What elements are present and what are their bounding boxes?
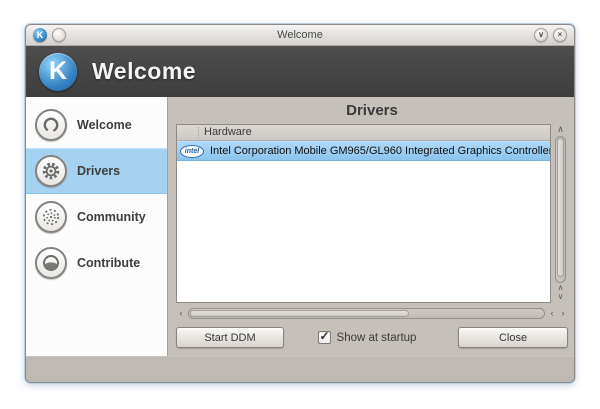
horizontal-scrollbar-track[interactable]: [188, 308, 545, 319]
vertical-scrollbar-track[interactable]: [555, 136, 566, 283]
sidebar-item-label: Drivers: [77, 164, 120, 178]
column-separator: [198, 127, 199, 138]
sidebar-item-label: Welcome: [77, 118, 132, 132]
hardware-row-intel[interactable]: intel Intel Corporation Mobile GM965/GL9…: [177, 141, 550, 161]
sidebar-item-contribute[interactable]: Contribute: [26, 240, 167, 286]
sidebar-item-label: Contribute: [77, 256, 140, 270]
sidebar-item-label: Community: [77, 210, 146, 224]
sidebar: Welcome Drivers: [26, 97, 168, 356]
contribute-half-moon-icon: [35, 247, 67, 279]
hardware-list: Hardware intel Intel Corporation Mobile …: [176, 124, 551, 303]
show-at-startup-checkbox[interactable]: ✓: [318, 331, 331, 344]
scroll-left-icon[interactable]: ‹: [176, 309, 186, 318]
sidebar-item-welcome[interactable]: Welcome: [26, 102, 167, 148]
show-at-startup-group: ✓ Show at startup: [318, 331, 417, 344]
drivers-page: Drivers Hardware intel Intel Corporation…: [168, 97, 574, 356]
horizontal-scrollbar[interactable]: ‹ ‹ ›: [176, 307, 568, 320]
window-title: Welcome: [71, 29, 529, 41]
close-icon: ×: [558, 31, 563, 39]
column-header-hardware[interactable]: Hardware: [177, 125, 550, 141]
k-logo-icon: K: [39, 53, 77, 91]
close-window-button[interactable]: ×: [553, 28, 567, 42]
sidebar-item-drivers[interactable]: Drivers: [26, 148, 167, 194]
close-button[interactable]: Close: [458, 327, 568, 348]
gear-icon: [35, 155, 67, 187]
intel-logo-icon: intel: [180, 145, 204, 158]
show-at-startup-label[interactable]: Show at startup: [337, 332, 417, 344]
app-window-icon[interactable]: K: [33, 28, 47, 42]
sidebar-item-community[interactable]: Community: [26, 194, 167, 240]
column-header-label: Hardware: [204, 126, 252, 138]
app-banner: K Welcome: [26, 46, 574, 97]
button-row: Start DDM ✓ Show at startup Close: [176, 327, 568, 348]
vertical-scrollbar[interactable]: ∧ ∧ ∨: [553, 124, 568, 303]
scroll-down-icon[interactable]: ∨: [556, 293, 566, 302]
window-bottom-margin: [26, 356, 574, 382]
check-icon: ✓: [320, 329, 330, 343]
scroll-up-icon[interactable]: ∧: [556, 125, 566, 135]
welcome-window: K Welcome ∨ × K Welcome Welcome: [25, 24, 575, 383]
minimize-icon: ∨: [538, 31, 544, 39]
vertical-scrollbar-thumb[interactable]: [557, 138, 564, 277]
minimize-button[interactable]: ∨: [534, 28, 548, 42]
community-burst-icon: [35, 201, 67, 233]
start-ddm-button[interactable]: Start DDM: [176, 327, 284, 348]
banner-title: Welcome: [92, 58, 196, 85]
welcome-rings-icon: [35, 109, 67, 141]
titlebar: K Welcome ∨ ×: [26, 25, 574, 46]
scroll-left-icon[interactable]: ‹: [547, 309, 557, 318]
hardware-row-text: Intel Corporation Mobile GM965/GL960 Int…: [210, 145, 550, 157]
horizontal-scrollbar-thumb[interactable]: [190, 310, 409, 317]
page-title: Drivers: [176, 102, 568, 124]
scroll-right-icon[interactable]: ›: [558, 309, 568, 318]
titlebar-menu-button[interactable]: [52, 28, 66, 42]
